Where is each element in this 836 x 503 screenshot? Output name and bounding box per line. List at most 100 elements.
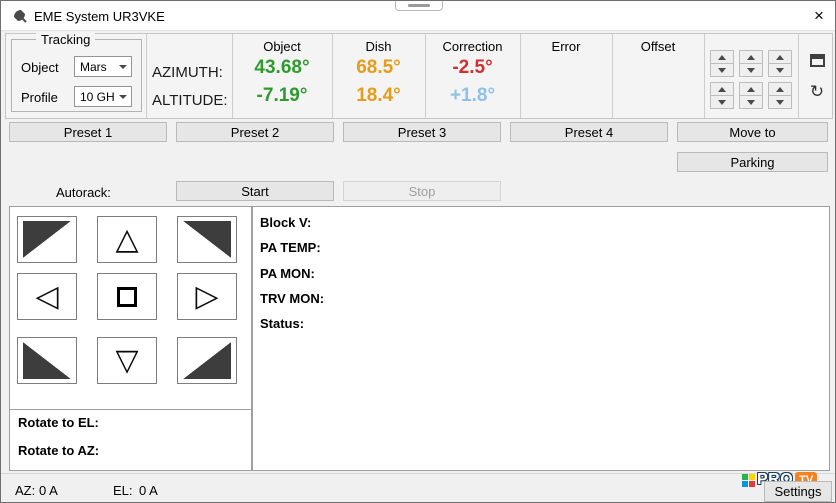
object-label: Object [21,60,59,75]
divider [798,34,799,118]
move-down-button[interactable]: ▽ [97,337,157,384]
status-bar: AZ: 0 A EL: 0 A [1,473,836,503]
preset2-button[interactable]: Preset 2 [176,122,334,142]
el-status-label: EL: [113,483,133,498]
divider [10,409,251,410]
move-down-left-button[interactable] [17,337,77,384]
move-up-button[interactable]: △ [97,216,157,263]
block-v-label: Block V: [260,215,311,230]
chevron-down-icon [119,65,127,69]
trv-mon-label: TRV MON: [260,291,324,306]
column-error: Error [520,34,612,118]
az-offset-spinner-2 [739,50,763,78]
object-azimuth-value: 43.68° [232,57,332,79]
alt-offset-spinner-3 [768,82,792,110]
altitude-label: ALTITUDE: [152,92,228,109]
spin-down-icon[interactable] [739,63,763,77]
dish-altitude-value: 18.4° [332,85,425,107]
window-panel-button[interactable] [805,48,829,72]
spin-up-icon[interactable] [710,82,734,96]
right-triangle-icon: ▷ [195,282,218,312]
move-up-left-button[interactable] [17,216,77,263]
tracking-groupbox: Tracking Object Mars Profile 10 GH [11,39,142,112]
spin-down-icon[interactable] [710,95,734,109]
divider [146,34,147,118]
logo-squares-icon [742,474,755,487]
profile-label: Profile [21,90,58,105]
column-correction: Correction -2.5° +1.8° [425,34,520,118]
stop-button[interactable]: Stop [343,181,501,201]
column-error-header: Error [520,39,612,54]
spin-up-icon[interactable] [739,50,763,64]
az-offset-spinner-3 [768,50,792,78]
az-offset-spinner-1 [710,50,734,78]
correction-altitude-value: +1.8° [425,85,520,107]
pa-temp-label: PA TEMP: [260,240,321,255]
preset3-button[interactable]: Preset 3 [343,122,501,142]
az-status-label: AZ: [15,483,35,498]
telemetry-panel: Block V: PA TEMP: PA MON: TRV MON: Statu… [252,206,830,471]
move-down-right-button[interactable] [177,337,237,384]
diagonal-up-right-icon [183,221,231,258]
diagonal-up-left-icon [23,221,71,258]
app-icon [12,8,28,24]
el-status-value: 0 A [139,483,158,498]
refresh-icon: ↻ [810,82,824,102]
left-triangle-icon: ◁ [35,282,58,312]
tracking-panel: Tracking Object Mars Profile 10 GH AZIMU… [5,33,833,119]
move-left-button[interactable]: ◁ [17,273,77,320]
alt-offset-spinner-2 [739,82,763,110]
pa-mon-label: PA MON: [260,266,315,281]
app-window: EME System UR3VKE × Tracking Object Mars… [0,0,836,503]
title-bar: EME System UR3VKE × [1,1,835,31]
status-label: Status: [260,316,304,331]
up-triangle-icon: △ [115,225,138,255]
refresh-button[interactable]: ↻ [805,80,829,104]
window-drag-handle[interactable] [395,1,443,11]
column-object: Object 43.68° -7.19° [232,34,332,118]
object-altitude-value: -7.19° [232,85,332,107]
rotate-to-az-label: Rotate to AZ: [18,443,99,458]
column-dish-header: Dish [332,39,425,54]
down-triangle-icon: ▽ [115,346,138,376]
settings-button[interactable]: Settings [764,481,832,502]
column-offset-header: Offset [612,39,704,54]
spin-down-icon[interactable] [768,95,792,109]
profile-select-value: 10 GH [80,90,115,104]
spin-up-icon[interactable] [710,50,734,64]
parking-button[interactable]: Parking [677,152,828,172]
start-button[interactable]: Start [176,181,334,201]
column-correction-header: Correction [425,39,520,54]
column-offset: Offset [612,34,704,118]
move-up-right-button[interactable] [177,216,237,263]
chevron-down-icon [119,95,127,99]
dish-azimuth-value: 68.5° [332,57,425,79]
spin-down-icon[interactable] [710,63,734,77]
column-object-header: Object [232,39,332,54]
preset1-button[interactable]: Preset 1 [9,122,167,142]
window-title: EME System UR3VKE [34,9,165,24]
window-icon [810,54,825,67]
stop-motion-button[interactable] [97,273,157,320]
stop-square-icon [117,287,137,307]
alt-offset-spinner-1 [710,82,734,110]
az-status-value: 0 A [39,483,58,498]
spin-up-icon[interactable] [768,50,792,64]
azimuth-label: AZIMUTH: [152,64,223,81]
spin-up-icon[interactable] [768,82,792,96]
spin-up-icon[interactable] [739,82,763,96]
spin-down-icon[interactable] [739,95,763,109]
preset4-button[interactable]: Preset 4 [510,122,668,142]
spin-down-icon[interactable] [768,63,792,77]
column-dish: Dish 68.5° 18.4° [332,34,425,118]
rotator-control-panel: △ ◁ ▷ ▽ Rotate to EL: Rotate to AZ: [9,206,252,471]
close-icon[interactable]: × [805,3,833,29]
tracking-group-label: Tracking [36,32,95,47]
object-select[interactable]: Mars [74,56,132,77]
move-to-button[interactable]: Move to [677,122,828,142]
profile-select[interactable]: 10 GH [74,86,132,107]
divider [704,34,705,118]
rotate-to-el-label: Rotate to EL: [18,415,99,430]
move-right-button[interactable]: ▷ [177,273,237,320]
object-select-value: Mars [80,60,107,74]
